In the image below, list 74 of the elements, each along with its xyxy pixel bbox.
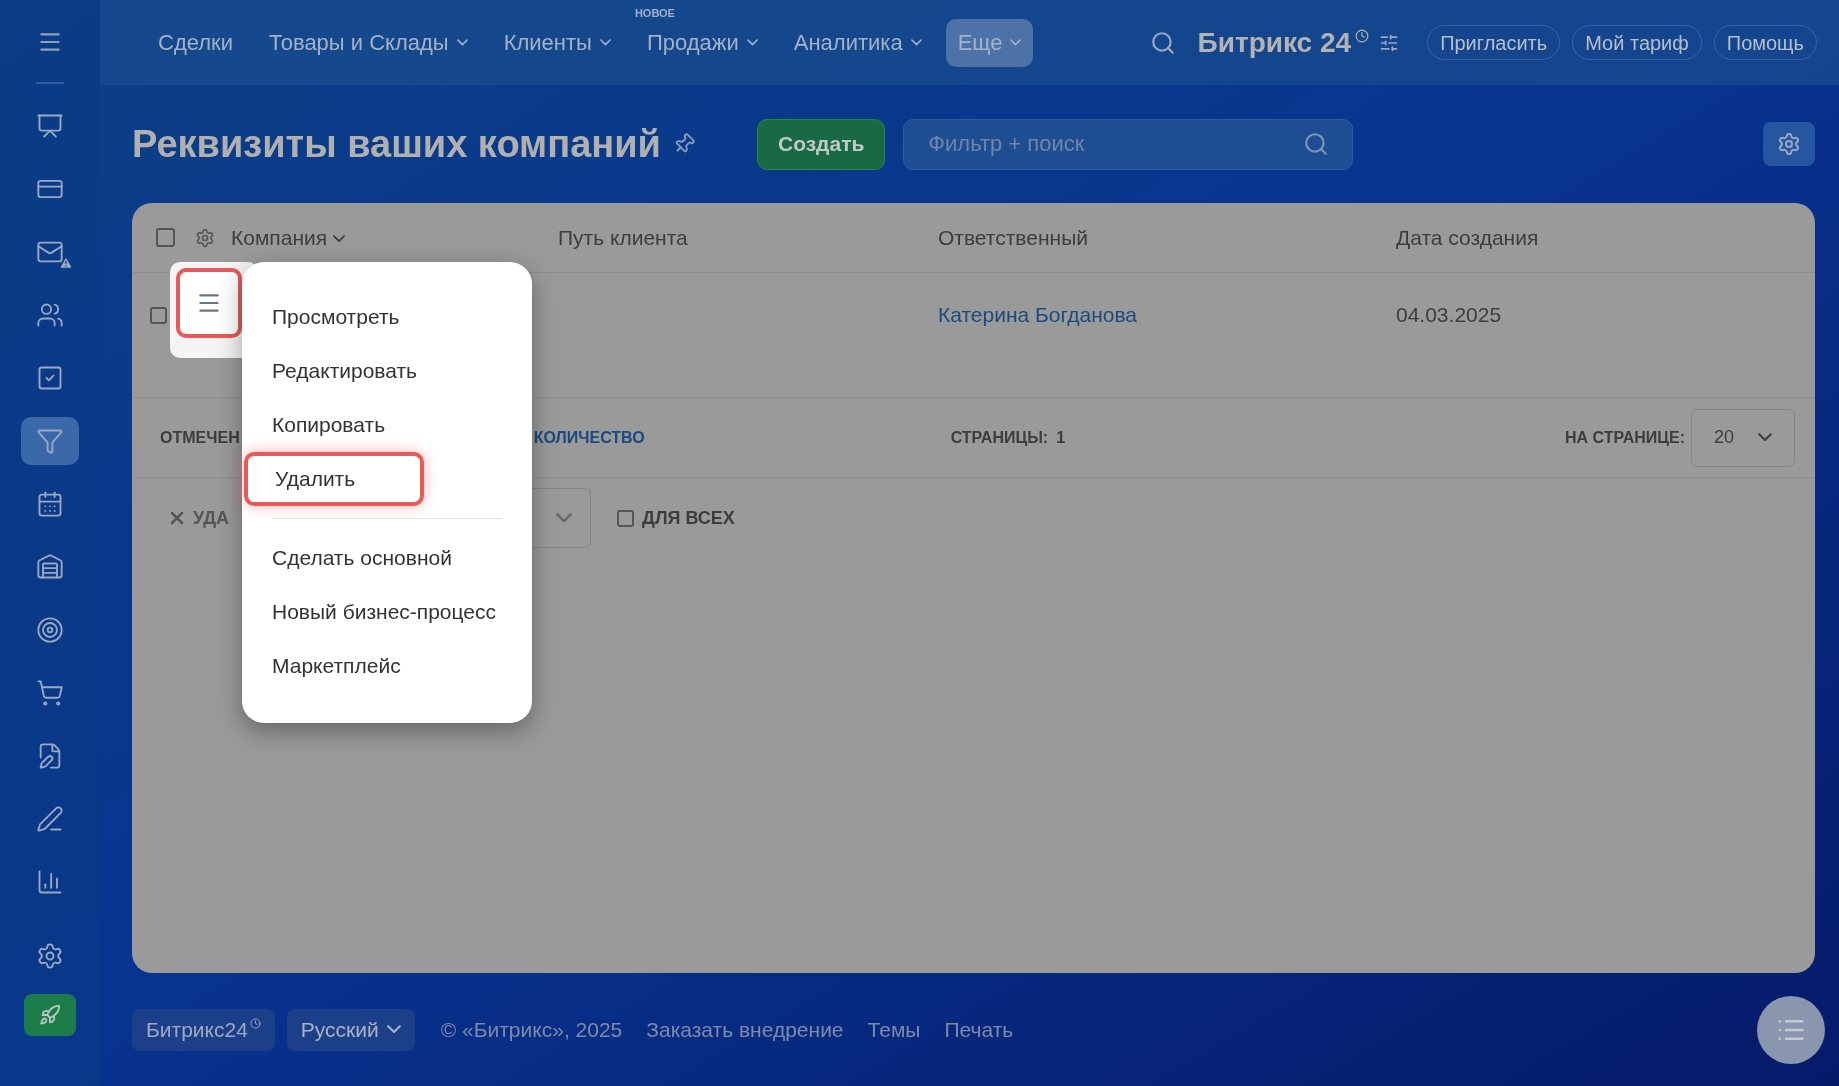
nav-tab[interactable]: Еще (945, 18, 1034, 67)
footer-link[interactable]: Печать (944, 1013, 1014, 1046)
chevron-icon (910, 39, 922, 46)
users-icon (36, 301, 64, 329)
cart-icon (36, 679, 64, 707)
checkbox[interactable] (617, 509, 635, 527)
menu-item[interactable]: Сделать основной (242, 531, 532, 585)
table-cell-text: 04.03.2025 (1396, 302, 1502, 328)
menu-item[interactable]: Просмотреть (242, 290, 532, 344)
column-header[interactable]: Путь клиента (558, 221, 938, 254)
menu-item[interactable]: Удалить (244, 452, 424, 506)
per-page-select[interactable]: 20 (1691, 408, 1795, 467)
settings-button[interactable] (1763, 122, 1815, 166)
chevron-icon (599, 39, 611, 46)
chevron-icon (333, 235, 346, 243)
menu-item[interactable]: Копировать (242, 398, 532, 452)
search-icon[interactable] (1303, 130, 1330, 157)
warehouse-icon (36, 553, 64, 581)
footer-link[interactable]: Заказать внедрение (646, 1013, 844, 1046)
search-icon[interactable] (1149, 29, 1176, 56)
settings-icon (36, 942, 64, 970)
chevron-icon (386, 1025, 401, 1034)
footer-link[interactable]: Темы (867, 1013, 921, 1046)
pages-value: 1 (1056, 427, 1066, 448)
clock-icon (1355, 28, 1370, 43)
sidebar-item[interactable] (21, 417, 79, 465)
search-field[interactable]: Фильтр + поиск (903, 118, 1354, 170)
count-link[interactable]: КОЛИЧЕСТВО (533, 425, 645, 450)
menu-item[interactable]: Новый бизнес-процесс (242, 585, 532, 639)
new-label: НОВОЕ (634, 5, 675, 21)
copyright-text: © «Битрикс», 2025 (440, 1016, 623, 1043)
settings-icon[interactable] (195, 227, 215, 248)
selected-count-label: ОТМЕЧЕН (160, 427, 240, 448)
column-header[interactable]: Компания (231, 221, 346, 254)
delete-label[interactable]: УДА (193, 504, 230, 532)
per-page-label: НА СТРАНИЦЕ: (1564, 427, 1685, 448)
checkbox[interactable] (156, 228, 175, 247)
rocket-icon (39, 1004, 61, 1026)
checkbox-icon (36, 364, 64, 392)
language-select[interactable]: Русский (286, 1008, 415, 1051)
chevron-icon (456, 39, 468, 46)
row-menu-button[interactable] (176, 268, 242, 338)
logo: Битрикс 24 (1197, 25, 1352, 60)
nav-tab[interactable]: Товары и Склады (257, 18, 480, 67)
menu-item[interactable]: Маркетплейс (242, 639, 532, 693)
nav-tab[interactable]: Клиенты (491, 18, 623, 67)
rocket-button[interactable] (24, 994, 76, 1036)
responsible-link[interactable]: Катерина Богданова (938, 299, 1396, 331)
column-header[interactable]: Дата создания (1396, 221, 1539, 254)
presentation-icon (36, 112, 64, 140)
chevron-icon (1010, 39, 1022, 46)
pages-label: СТРАНИЦЫ: (950, 427, 1049, 448)
bar-chart-icon (36, 868, 64, 896)
funnel-icon (36, 427, 64, 455)
chevron-icon (1758, 433, 1772, 442)
clock-icon (249, 1018, 261, 1029)
nav-tab[interactable]: Аналитика (781, 18, 934, 67)
nav-tab[interactable]: Продажи (634, 18, 770, 67)
chevron-icon (556, 513, 573, 523)
menu-item[interactable]: Редактировать (242, 344, 532, 398)
calendar-icon (36, 490, 64, 518)
sliders-icon[interactable] (1379, 32, 1400, 53)
for-all-label: ДЛЯ ВСЕХ (642, 506, 735, 530)
warning-icon (59, 256, 73, 270)
page-title: Реквизиты ваших компаний (132, 121, 661, 167)
nav-tab[interactable]: Сделки (146, 18, 245, 67)
checkbox[interactable] (150, 307, 167, 324)
chevron-icon (746, 39, 758, 46)
column-header[interactable]: Ответственный (938, 221, 1396, 254)
create-button[interactable]: Создать (756, 118, 886, 170)
target-icon (36, 616, 64, 644)
brand-button[interactable]: Битрикс24 (132, 1008, 275, 1051)
settings-icon (1777, 132, 1801, 156)
pen-icon (36, 805, 64, 833)
